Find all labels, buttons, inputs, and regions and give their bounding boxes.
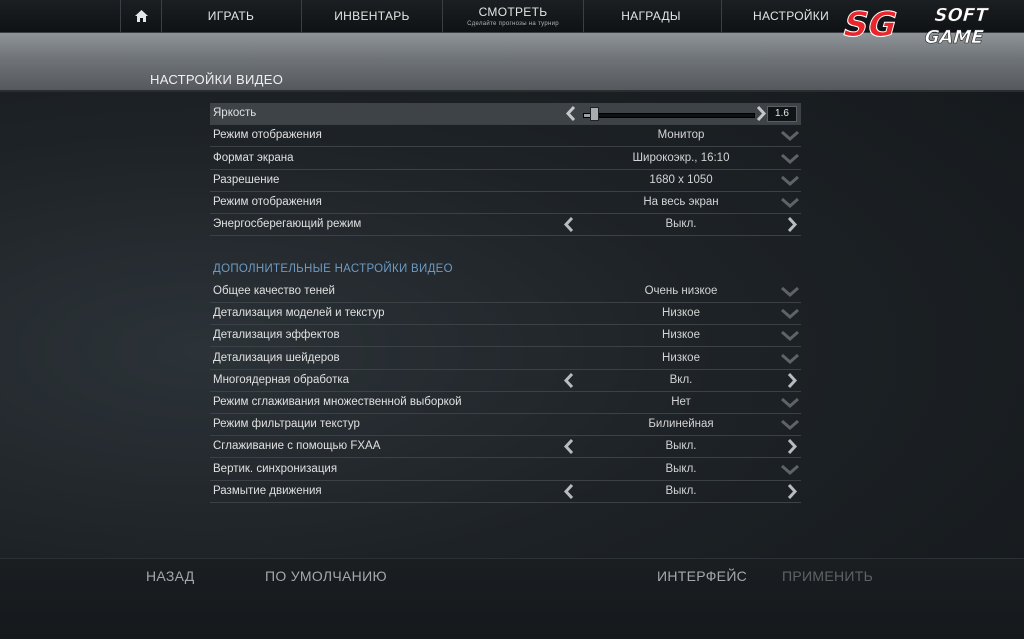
svg-text:GAME: GAME: [922, 27, 986, 48]
chevron-right-icon[interactable]: [786, 217, 798, 233]
chevron-down-icon[interactable]: [781, 398, 799, 408]
setting-value: Вкл.: [669, 373, 693, 386]
setting-label: Детализация моделей и текстур: [213, 307, 385, 320]
setting-row[interactable]: Режим сглаживания множественной выборкой…: [210, 392, 801, 414]
setting-label: Режим сглаживания множественной выборкой: [213, 396, 462, 408]
setting-value: Низкое: [662, 329, 700, 342]
setting-row[interactable]: Многоядерная обработка Вкл.: [210, 370, 801, 392]
chevron-right-icon[interactable]: [786, 439, 798, 455]
chevron-down-icon[interactable]: [781, 353, 799, 364]
setting-label: Энергосберегающий режим: [213, 218, 362, 231]
setting-value: Очень низкое: [644, 285, 718, 297]
chevron-down-icon[interactable]: [781, 420, 799, 431]
setting-value: Широкоэкр., 16:10: [632, 151, 730, 164]
nav-play[interactable]: ИГРАТЬ: [161, 0, 302, 32]
restore-defaults-button[interactable]: ПО УМОЛЧАНИЮ: [265, 568, 387, 584]
apply-button[interactable]: ПРИМЕНИТЬ: [782, 568, 873, 584]
brightness-slider-handle[interactable]: [590, 107, 600, 121]
setting-row[interactable]: Детализация шейдеров Низкое: [210, 348, 801, 370]
nav-settings-label: НАСТРОЙКИ: [752, 9, 830, 23]
setting-label: Сглаживание с помощью FXAA: [213, 440, 381, 453]
page-title: НАСТРОЙКИ ВИДЕО: [150, 72, 284, 87]
setting-label: Режим отображения: [213, 195, 322, 208]
setting-value: Низкое: [662, 351, 700, 364]
setting-label: Режим отображения: [213, 129, 322, 142]
setting-value: Выкл.: [665, 462, 697, 475]
chevron-right-icon[interactable]: [755, 106, 767, 121]
brightness-row[interactable]: Яркость 1.6: [210, 103, 801, 125]
setting-label: Режим фильтрации текстур: [213, 418, 360, 431]
nav-watch-sublabel: Сделайте прогнозы на турнир: [467, 21, 559, 27]
setting-row[interactable]: Сглаживание с помощью FXAA Выкл.: [210, 436, 801, 459]
chevron-down-icon[interactable]: [781, 287, 799, 297]
setting-row[interactable]: Режим фильтрации текстур Билинейная: [210, 414, 801, 437]
chevron-down-icon[interactable]: [781, 175, 799, 186]
setting-value: Низкое: [662, 307, 700, 320]
settings-list: Яркость 1.6 Режим отображения Монитор Форм…: [210, 103, 801, 503]
chevron-down-icon[interactable]: [781, 309, 799, 320]
home-icon: [134, 10, 148, 22]
svg-text:SG: SG: [839, 6, 902, 45]
setting-row[interactable]: Вертик. синхронизация Выкл.: [210, 459, 801, 481]
chevron-left-icon[interactable]: [565, 106, 577, 121]
setting-row[interactable]: Разрешение 1680 x 1050: [210, 170, 801, 192]
setting-label: Общее качество теней: [213, 285, 335, 297]
nav-awards[interactable]: НАГРАДЫ: [581, 0, 722, 32]
advanced-section-title: ДОПОЛНИТЕЛЬНЫЕ НАСТРОЙКИ ВИДЕО: [213, 263, 453, 275]
brightness-value: 1.6: [767, 106, 797, 122]
setting-row[interactable]: Детализация эффектов Низкое: [210, 325, 801, 348]
chevron-down-icon[interactable]: [781, 464, 799, 475]
setting-value: Выкл.: [665, 484, 697, 497]
setting-value: 1680 x 1050: [649, 173, 713, 186]
setting-row[interactable]: Общее качество теней Очень низкое: [210, 281, 801, 303]
setting-value: Выкл.: [665, 440, 697, 453]
chevron-left-icon[interactable]: [563, 372, 575, 388]
setting-value: На весь экран: [643, 195, 719, 208]
setting-value: Нет: [671, 396, 691, 408]
setting-value: Монитор: [657, 129, 705, 142]
chevron-down-icon[interactable]: [781, 331, 799, 342]
setting-label: Формат экрана: [213, 151, 294, 164]
nav-inventory[interactable]: ИНВЕНТАРЬ: [302, 0, 443, 32]
brightness-label: Яркость: [213, 107, 257, 119]
setting-row[interactable]: Детализация моделей и текстур Низкое: [210, 303, 801, 326]
nav-awards-label: НАГРАДЫ: [621, 9, 681, 23]
setting-row[interactable]: Режим отображения На весь экран: [210, 192, 801, 214]
setting-value: Выкл.: [665, 218, 697, 231]
nav-inventory-label: ИНВЕНТАРЬ: [334, 9, 410, 23]
setting-row[interactable]: Формат экрана Широкоэкр., 16:10: [210, 148, 801, 170]
setting-label: Детализация эффектов: [213, 329, 340, 342]
setting-value: Билинейная: [648, 418, 714, 431]
chevron-down-icon[interactable]: [781, 131, 799, 142]
nav-watch[interactable]: СМОТРЕТЬ Сделайте прогнозы на турнир: [443, 0, 584, 32]
chevron-left-icon[interactable]: [563, 483, 575, 499]
softgame-logo: SG SOFT GAME: [838, 2, 1024, 48]
setting-row[interactable]: Размытие движения Выкл.: [210, 481, 801, 503]
chevron-right-icon[interactable]: [786, 372, 798, 388]
chevron-down-icon[interactable]: [781, 153, 799, 164]
chevron-down-icon[interactable]: [781, 197, 799, 208]
interface-button[interactable]: ИНТЕРФЕЙС: [657, 568, 747, 584]
chevron-left-icon[interactable]: [563, 439, 575, 455]
setting-row[interactable]: Энергосберегающий режим Выкл.: [210, 214, 801, 237]
setting-label: Размытие движения: [213, 484, 322, 497]
svg-text:SOFT: SOFT: [932, 5, 991, 26]
nav-watch-label: СМОТРЕТЬ: [478, 5, 548, 19]
back-button[interactable]: НАЗАД: [146, 568, 195, 584]
home-button[interactable]: [120, 0, 162, 32]
brightness-slider[interactable]: [583, 113, 755, 118]
setting-label: Разрешение: [213, 173, 280, 186]
setting-label: Многоядерная обработка: [213, 373, 350, 386]
setting-label: Детализация шейдеров: [213, 351, 340, 364]
setting-label: Вертик. синхронизация: [213, 462, 338, 475]
setting-row[interactable]: Режим отображения Монитор: [210, 125, 801, 148]
chevron-right-icon[interactable]: [786, 483, 798, 499]
nav-play-label: ИГРАТЬ: [207, 9, 255, 23]
chevron-left-icon[interactable]: [563, 217, 575, 233]
